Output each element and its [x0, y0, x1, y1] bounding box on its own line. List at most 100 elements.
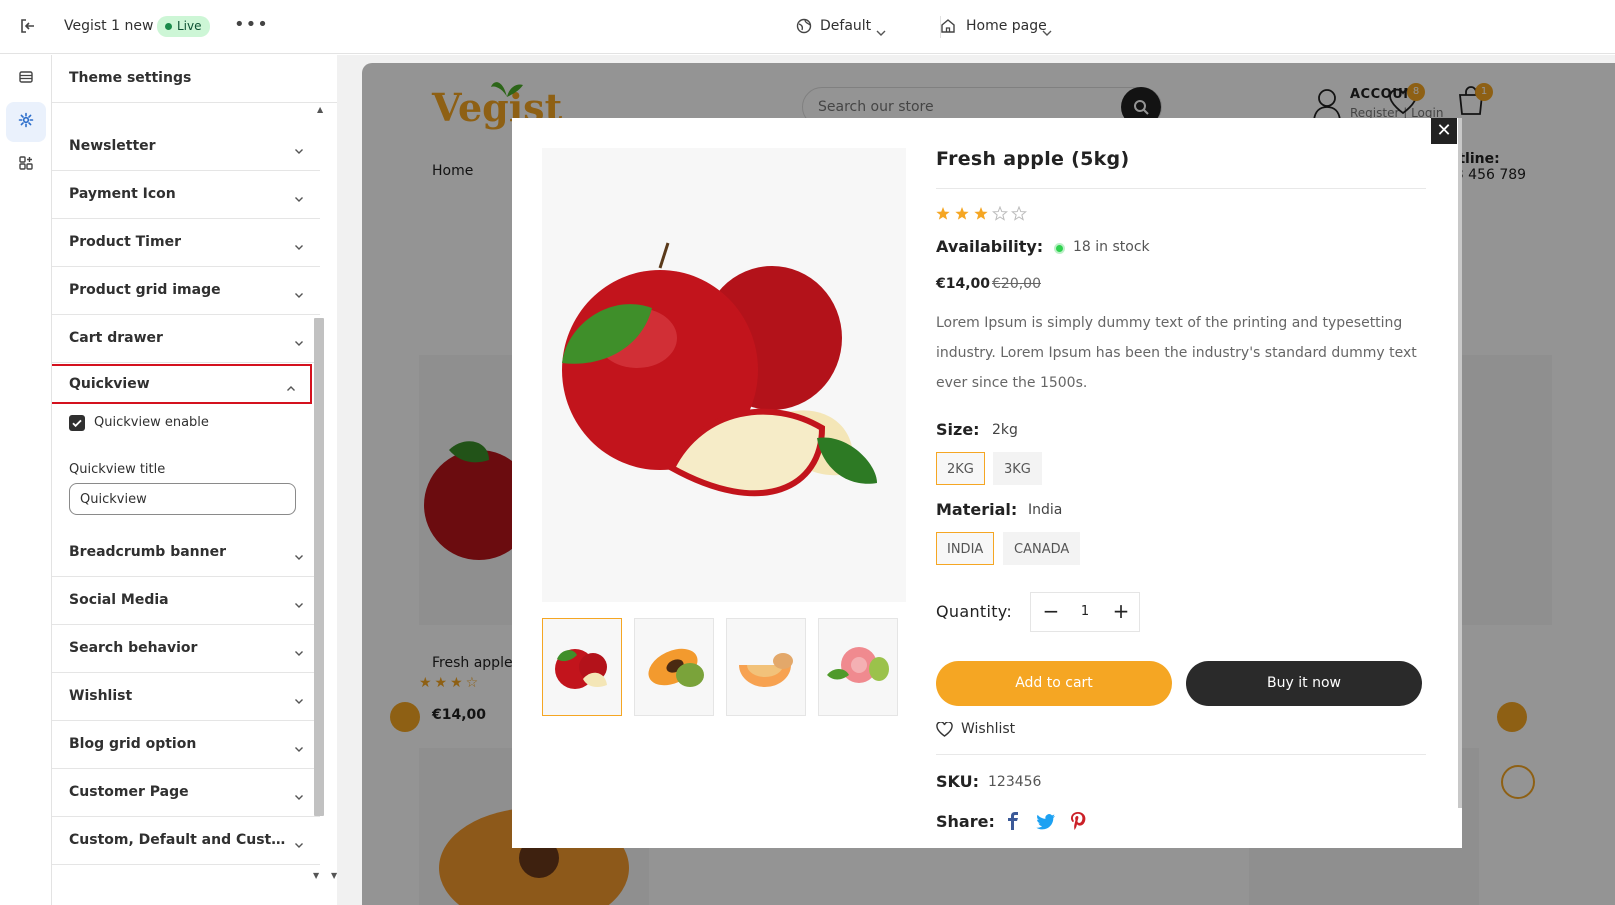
thumbnail-guava[interactable] — [818, 618, 898, 716]
facebook-icon[interactable] — [1007, 812, 1019, 834]
page-selector[interactable]: Home page — [966, 18, 1047, 34]
size-label: Size: — [936, 420, 980, 439]
section-custom-default-customer[interactable]: Custom, Default and Custome... — [52, 816, 320, 865]
buy-it-now-button[interactable]: Buy it now — [1186, 661, 1422, 706]
section-label: Product Timer — [69, 234, 181, 250]
quantity-decrease-button[interactable]: − — [1039, 599, 1063, 625]
modal-scrollbar[interactable] — [1458, 118, 1462, 808]
size-option-3kg[interactable]: 3KG — [993, 452, 1042, 485]
gear-icon — [18, 112, 34, 132]
quantity-label: Quantity: — [936, 602, 1013, 621]
material-value: India — [1028, 502, 1063, 518]
section-blog-grid-option[interactable]: Blog grid option — [52, 720, 320, 769]
section-label: Payment Icon — [69, 186, 176, 202]
theme-settings-panel: Theme settings Favicon Newsletter Paymen… — [52, 55, 337, 905]
exit-icon[interactable] — [18, 16, 38, 36]
checkbox-checked[interactable] — [69, 415, 85, 431]
editor-topbar: Vegist 1 new Live ••• Default Home page — [0, 0, 1615, 54]
apps-nav-button[interactable] — [6, 145, 46, 185]
globe-icon — [796, 18, 812, 38]
thumbnail-papaya[interactable] — [634, 618, 714, 716]
wishlist-divider — [936, 754, 1426, 755]
material-label: Material: — [936, 500, 1018, 519]
product-main-image[interactable] — [542, 148, 906, 602]
section-label: Newsletter — [69, 138, 156, 154]
chevron-up-icon — [286, 379, 296, 391]
section-label: Custom, Default and Custome... — [69, 832, 294, 848]
star-filled-icon — [955, 207, 969, 220]
section-product-grid-image[interactable]: Product grid image — [52, 266, 320, 315]
section-social-media[interactable]: Social Media — [52, 576, 320, 625]
quantity-stepper: − 1 + — [1030, 592, 1140, 632]
section-label: Product grid image — [69, 282, 221, 298]
editor-icon-rail — [0, 55, 52, 905]
heart-icon — [936, 721, 953, 741]
theme-selector[interactable]: Default — [820, 18, 871, 34]
settings-scrollbar-thumb[interactable] — [314, 318, 324, 816]
settings-title: Theme settings — [69, 70, 192, 86]
section-label: Breadcrumb banner — [69, 544, 226, 560]
section-newsletter[interactable]: Newsletter — [52, 122, 320, 171]
settings-header: Theme settings — [52, 55, 337, 103]
chevron-down-icon — [294, 189, 304, 202]
chevron-down-icon — [294, 739, 304, 752]
thumbnail-cantaloupe[interactable] — [726, 618, 806, 716]
availability-label: Availability: — [936, 237, 1044, 256]
section-label: Cart drawer — [69, 330, 163, 346]
title-divider — [936, 188, 1426, 189]
section-label: Social Media — [69, 592, 169, 608]
section-label: Wishlist — [69, 688, 133, 704]
apps-icon — [18, 155, 34, 175]
chevron-down-icon — [294, 237, 304, 250]
product-rating — [936, 205, 1031, 226]
section-breadcrumb-banner[interactable]: Breadcrumb banner — [52, 528, 320, 577]
star-rating-icon — [936, 205, 1027, 221]
star-empty-icon — [1011, 205, 1027, 221]
quickview-modal: Fresh apple (5kg) Availability: 18 in st… — [512, 118, 1462, 848]
chevron-down-icon — [294, 835, 304, 848]
chevron-down-icon — [294, 787, 304, 800]
section-label: Search behavior — [69, 640, 198, 656]
material-option-canada[interactable]: CANADA — [1003, 532, 1081, 565]
star-empty-icon — [992, 205, 1008, 221]
section-customer-page[interactable]: Customer Page — [52, 768, 320, 817]
quantity-increase-button[interactable]: + — [1109, 599, 1133, 625]
section-label: Quickview — [69, 376, 150, 392]
section-cart-drawer[interactable]: Cart drawer — [52, 314, 320, 363]
sku-value: 123456 — [988, 774, 1042, 790]
material-option-india[interactable]: INDIA — [936, 532, 995, 565]
chevron-down-icon — [294, 643, 304, 656]
theme-settings-nav-button[interactable] — [6, 102, 46, 142]
home-icon — [940, 18, 956, 38]
sections-nav-button[interactable] — [6, 59, 46, 99]
pinterest-icon[interactable] — [1070, 812, 1086, 834]
chevron-down-icon — [294, 285, 304, 298]
size-value: 2kg — [992, 422, 1018, 438]
share-label: Share: — [936, 812, 995, 831]
chevron-down-icon — [294, 595, 304, 608]
chevron-down-icon — [294, 141, 304, 154]
scroll-down-arrow-icon[interactable]: ▼ — [313, 871, 319, 880]
section-quickview[interactable]: Quickview — [52, 364, 312, 404]
section-product-timer[interactable]: Product Timer — [52, 218, 320, 267]
chevron-down-icon — [294, 547, 304, 560]
sku-label: SKU: — [936, 772, 980, 791]
compare-at-price: €20,00 — [992, 276, 1041, 292]
section-wishlist[interactable]: Wishlist — [52, 672, 320, 721]
quantity-value[interactable]: 1 — [1075, 604, 1095, 619]
wishlist-label: Wishlist — [961, 721, 1016, 737]
add-to-cart-button[interactable]: Add to cart — [936, 661, 1172, 706]
product-description: Lorem Ipsum is simply dummy text of the … — [936, 315, 1417, 391]
quickview-title-label: Quickview title — [69, 462, 166, 477]
section-payment-icon[interactable]: Payment Icon — [52, 170, 320, 219]
chevron-down-icon — [1042, 22, 1052, 41]
section-search-behavior[interactable]: Search behavior — [52, 624, 320, 673]
product-price: €14,00 — [936, 276, 991, 292]
more-menu-button[interactable]: ••• — [234, 14, 269, 35]
size-option-2kg[interactable]: 2KG — [936, 452, 985, 485]
thumbnail-apple[interactable] — [542, 618, 622, 716]
twitter-icon[interactable] — [1036, 814, 1056, 834]
quickview-title-input[interactable] — [69, 483, 296, 515]
chevron-down-icon — [294, 333, 304, 346]
modal-close-button[interactable]: ✕ — [1431, 118, 1457, 144]
